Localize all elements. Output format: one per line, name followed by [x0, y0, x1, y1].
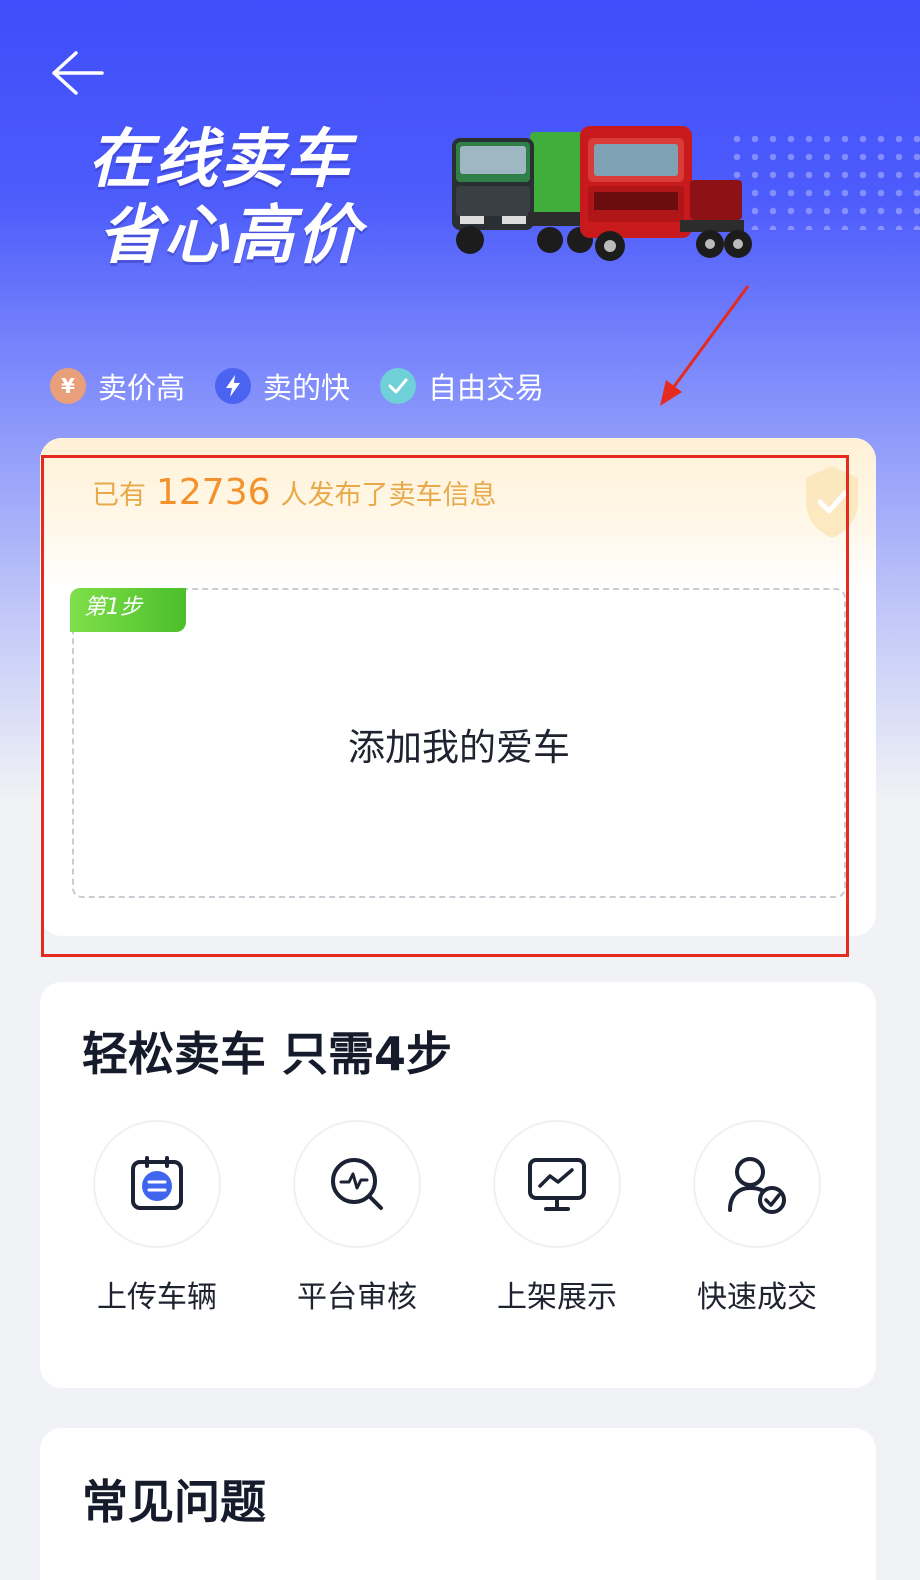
card-top-band — [40, 438, 876, 588]
lightning-icon — [215, 368, 252, 404]
add-car-button[interactable]: 第1步 添加我的爱车 — [70, 588, 846, 898]
arrow-left-icon — [52, 51, 104, 95]
process-step-upload[interactable]: 上传车辆 — [57, 1120, 257, 1316]
process-step-deal[interactable]: 快速成交 — [657, 1120, 857, 1316]
sell-car-card: 已有 12736 人发布了卖车信息 第1步 添加我的爱车 — [40, 438, 876, 936]
publish-count: 12736 — [156, 472, 271, 513]
review-search-icon — [293, 1120, 421, 1248]
process-step-label: 上传车辆 — [97, 1280, 217, 1315]
process-step-review[interactable]: 平台审核 — [257, 1120, 457, 1316]
slogan-line-2: 省心高价 — [98, 199, 362, 273]
publish-prefix: 已有 — [92, 480, 146, 511]
check-icon — [380, 368, 417, 404]
feature-list: ¥ 卖价高 卖的快 自由交易 — [50, 366, 574, 406]
annotation-arrow — [660, 285, 750, 406]
feature-high-price: ¥ 卖价高 — [50, 365, 185, 407]
process-step-label: 平台审核 — [297, 1280, 417, 1315]
user-check-icon — [693, 1120, 821, 1248]
publish-count-line: 已有 12736 人发布了卖车信息 — [92, 472, 497, 513]
upload-document-icon — [93, 1120, 221, 1248]
trucks-illustration — [452, 126, 752, 261]
publish-suffix: 人发布了卖车信息 — [280, 480, 497, 511]
process-card: 轻松卖车 只需4步 上传车辆 平台审核 上架展示 快速成交 — [40, 982, 876, 1388]
process-step-label: 快速成交 — [697, 1280, 817, 1315]
process-step-display[interactable]: 上架展示 — [457, 1120, 657, 1316]
feature-label: 自由交易 — [428, 371, 545, 405]
faq-card: 常见问题 — [40, 1428, 876, 1580]
feature-label: 卖的快 — [263, 371, 351, 405]
feature-label: 卖价高 — [98, 371, 186, 405]
process-step-label: 上架展示 — [497, 1280, 617, 1315]
yen-icon: ¥ — [50, 368, 86, 404]
process-steps: 上传车辆 平台审核 上架展示 快速成交 — [40, 1120, 876, 1320]
feature-free-trade: 自由交易 — [380, 365, 544, 407]
slogan-line-1: 在线卖车 — [88, 123, 352, 197]
process-title: 轻松卖车 只需4步 — [82, 1027, 453, 1081]
shield-icon — [806, 466, 858, 538]
back-button[interactable] — [50, 45, 110, 105]
feature-fast-sale: 卖的快 — [215, 365, 350, 407]
add-car-label: 添加我的爱车 — [348, 726, 570, 769]
faq-title: 常见问题 — [82, 1475, 266, 1529]
hero-slogan: 在线卖车 省心高价 — [88, 122, 362, 274]
display-monitor-icon — [493, 1120, 621, 1248]
